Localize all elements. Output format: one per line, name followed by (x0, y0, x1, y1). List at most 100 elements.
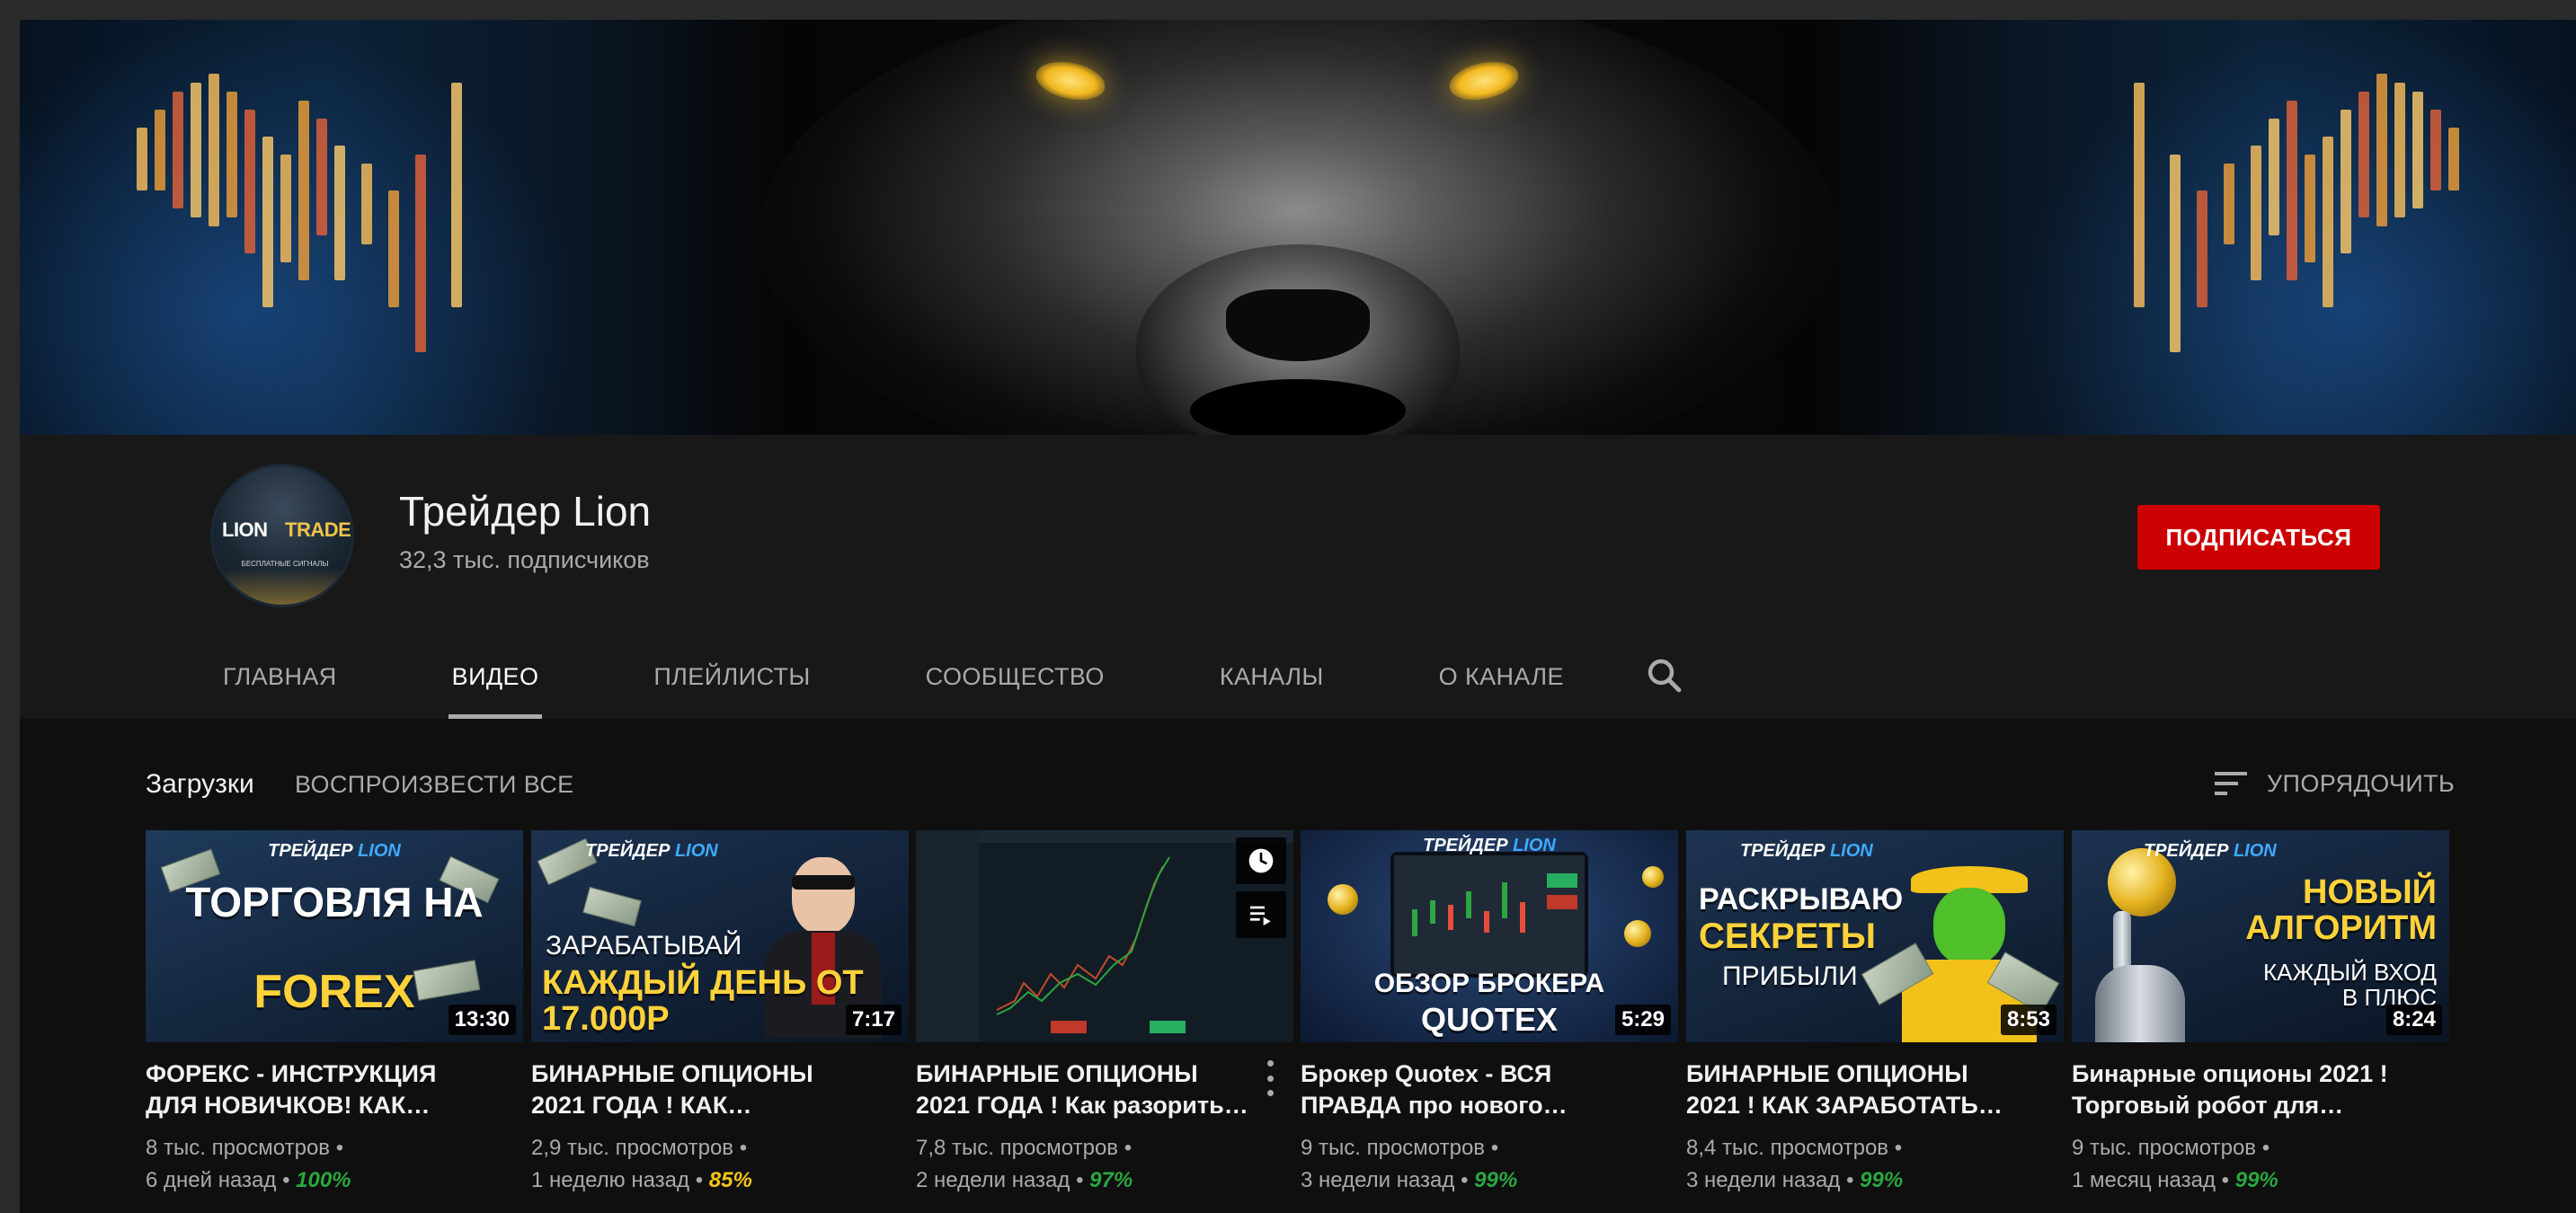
thumb-brand: ТРЕЙДЕР LION (268, 841, 401, 861)
banner-candle (280, 155, 291, 262)
banner-candle (244, 110, 255, 253)
video-thumbnail[interactable]: ТРЕЙДЕР LION РАСКРЫВАЮ СЕКРЕТЫ ПРИБЫЛИ 8… (1686, 830, 2064, 1042)
video-thumbnail[interactable]: ТРЕЙДЕР LION ЗАРАБАТЫВАЙ КАЖДЫЙ ДЕНЬ ОТ … (531, 830, 909, 1042)
video-title[interactable]: Бинарные опционы 2021 ! Торговый робот д… (2072, 1058, 2413, 1121)
tab-home[interactable]: ГЛАВНАЯ (223, 634, 337, 719)
banner-candle (298, 101, 309, 280)
tab-channels[interactable]: КАНАЛЫ (1220, 634, 1324, 719)
video-duration: 8:53 (2000, 1005, 2056, 1035)
channel-header: LION TRADER БЕСПЛАТНЫЕ СИГНАЛЫ Трейдер L… (20, 435, 2576, 719)
video-title[interactable]: БИНАРНЫЕ ОПЦИОНЫ 2021 ! КАК ЗАРАБОТАТЬ… (1686, 1058, 2028, 1121)
subscriber-count: 32,3 тыс. подписчиков (399, 546, 650, 573)
thumb-text-line2: АЛГОРИТМ (2245, 909, 2437, 947)
thumb-text-line1: РАСКРЫВАЮ (1699, 882, 1904, 916)
channel-tabs: ГЛАВНАЯ ВИДЕО ПЛЕЙЛИСТЫ СООБЩЕСТВО КАНАЛ… (191, 634, 1564, 719)
tab-playlists[interactable]: ПЛЕЙЛИСТЫ (653, 634, 810, 719)
avatar-logo-trader: TRADER (285, 518, 351, 541)
banner-candle (2305, 155, 2315, 262)
video-views: 9 тыс. просмотров (1301, 1136, 1486, 1160)
banner-candle (262, 137, 273, 307)
thumb-robot (2086, 911, 2194, 1042)
video-duration: 7:17 (845, 1005, 902, 1035)
video-meta: 9 тыс. просмотров • 3 недели назад • 99% (1301, 1136, 1518, 1192)
subscribe-button[interactable]: ПОДПИСАТЬСЯ (2137, 505, 2380, 570)
banner-candle (173, 92, 183, 208)
video-title[interactable]: БИНАРНЫЕ ОПЦИОНЫ 2021 ГОДА ! Как разорит… (916, 1058, 1257, 1121)
uploads-section: Загрузки ВОСПРОИЗВЕСТИ ВСЕ УПОРЯДОЧИТЬ Т… (20, 719, 2576, 1213)
video-rating: 99% (1860, 1168, 1904, 1192)
thumb-brand: ТРЕЙДЕР LION (2144, 841, 2277, 861)
thumb-text-line1: ОБЗОР БРОКЕРА (1373, 969, 1605, 998)
video-rating: 100% (296, 1168, 351, 1192)
video-thumbnail[interactable]: ТРЕЙДЕР LION НОВЫЙ АЛГОРИТМ КАЖДЫЙ ВХОД … (2072, 830, 2449, 1042)
video-rating: 99% (2234, 1168, 2278, 1192)
banner-candle (361, 164, 372, 244)
video-views: 2,9 тыс. просмотров (531, 1136, 734, 1160)
banner-candle (2358, 92, 2369, 217)
thumb-brand: ТРЕЙДЕР LION (1740, 841, 1873, 861)
thumb-text-line2: СЕКРЕТЫ (1699, 916, 1876, 956)
add-to-queue-button[interactable] (1236, 891, 1286, 938)
video-rating: 97% (1089, 1168, 1133, 1192)
thumb-text-line3: КАЖДЫЙ ВХОД В ПЛЮС (2263, 959, 2437, 1011)
tab-about[interactable]: О КАНАЛЕ (1439, 634, 1564, 719)
banner-candle (316, 119, 327, 235)
uploads-title: Загрузки (146, 769, 254, 799)
tab-videos[interactable]: ВИДЕО (448, 634, 543, 719)
video-card[interactable]: ТРЕЙДЕР LION НОВЫЙ АЛГОРИТМ КАЖДЫЙ ВХОД … (2072, 830, 2449, 1208)
video-thumbnail[interactable]: ТРЕЙДЕР LION ОБЗОР БРОКЕРА QUOTEX 5:29 (1301, 830, 1678, 1042)
video-thumbnail[interactable] (916, 830, 1293, 1042)
banner-candle (209, 74, 219, 226)
video-card[interactable]: ТРЕЙДЕР LION ЗАРАБАТЫВАЙ КАЖДЫЙ ДЕНЬ ОТ … (531, 830, 909, 1208)
video-views: 7,8 тыс. просмотров (916, 1136, 1119, 1160)
banner-candle (227, 92, 237, 217)
watch-later-button[interactable] (1236, 837, 1286, 884)
video-card[interactable]: ТРЕЙДЕР LION ОБЗОР БРОКЕРА QUOTEX 5:29 Б… (1301, 830, 1678, 1208)
video-meta: 2,9 тыс. просмотров • 1 неделю назад • 8… (531, 1136, 752, 1192)
banner-candle (2134, 83, 2145, 307)
video-grid: ТРЕЙДЕР LION ТОРГОВЛЯ НА FOREX 13:30 ФОР… (146, 830, 2452, 1208)
banner-candle (388, 190, 399, 307)
thumb-brand: ТРЕЙДЕР LION (1423, 836, 1556, 855)
thumb-text-line3: ПРИБЫЛИ (1722, 961, 1858, 991)
thumb-brand: ТРЕЙДЕР LION (585, 841, 718, 861)
video-age: 6 дней назад (146, 1168, 277, 1192)
video-views: 9 тыс. просмотров (2072, 1136, 2257, 1160)
video-views: 8,4 тыс. просмотров (1686, 1136, 1889, 1160)
video-views: 8 тыс. просмотров (146, 1136, 331, 1160)
video-card[interactable]: ТРЕЙДЕР LION ТОРГОВЛЯ НА FOREX 13:30 ФОР… (146, 830, 523, 1208)
video-card[interactable]: БИНАРНЫЕ ОПЦИОНЫ 2021 ГОДА ! Как разорит… (916, 830, 1293, 1208)
video-thumbnail[interactable]: ТРЕЙДЕР LION ТОРГОВЛЯ НА FOREX 13:30 (146, 830, 523, 1042)
banner-candle (2287, 101, 2297, 280)
video-meta: 8 тыс. просмотров • 6 дней назад • 100% (146, 1136, 351, 1192)
banner-candle (2341, 110, 2351, 253)
video-age: 3 недели назад (1686, 1168, 1841, 1192)
channel-search-icon[interactable] (1643, 654, 1686, 697)
channel-avatar[interactable]: LION TRADER БЕСПЛАТНЫЕ СИГНАЛЫ (210, 464, 354, 607)
banner-candle (451, 83, 462, 307)
video-card[interactable]: ТРЕЙДЕР LION РАСКРЫВАЮ СЕКРЕТЫ ПРИБЫЛИ 8… (1686, 830, 2064, 1208)
banner-candle (2376, 74, 2387, 226)
banner-lion-nose (1226, 289, 1370, 361)
video-title[interactable]: ФОРЕКС - ИНСТРУКЦИЯ ДЛЯ НОВИЧКОВ! КАК… (146, 1058, 487, 1121)
thumb-text-line1: ТОРГОВЛЯ НА (185, 879, 484, 925)
more-actions-icon[interactable] (1261, 1060, 1279, 1096)
avatar-tagline: БЕСПЛАТНЫЕ СИГНАЛЫ (241, 560, 329, 568)
video-title[interactable]: Брокер Quotex - ВСЯ ПРАВДА про нового… (1301, 1058, 1642, 1121)
channel-name: Трейдер Lion (399, 488, 652, 535)
video-title[interactable]: БИНАРНЫЕ ОПЦИОНЫ 2021 ГОДА ! КАК… (531, 1058, 873, 1121)
video-age: 1 месяц назад (2072, 1168, 2216, 1192)
video-duration: 5:29 (1614, 1005, 1671, 1035)
banner-candle (155, 110, 165, 190)
video-age: 1 неделю назад (531, 1168, 690, 1192)
sort-icon (2215, 772, 2247, 795)
banner-candle (2430, 110, 2441, 190)
youtube-channel-page: LION TRADER БЕСПЛАТНЫЕ СИГНАЛЫ Трейдер L… (20, 20, 2576, 1213)
banner-candle (2269, 119, 2279, 235)
play-all-button[interactable]: ВОСПРОИЗВЕСТИ ВСЕ (295, 771, 574, 799)
sort-button[interactable]: УПОРЯДОЧИТЬ (2213, 766, 2455, 801)
banner-candle (2412, 92, 2423, 208)
banner-candle (2394, 83, 2405, 217)
tab-community[interactable]: СООБЩЕСТВО (926, 634, 1105, 719)
banner-candle (2170, 155, 2181, 352)
